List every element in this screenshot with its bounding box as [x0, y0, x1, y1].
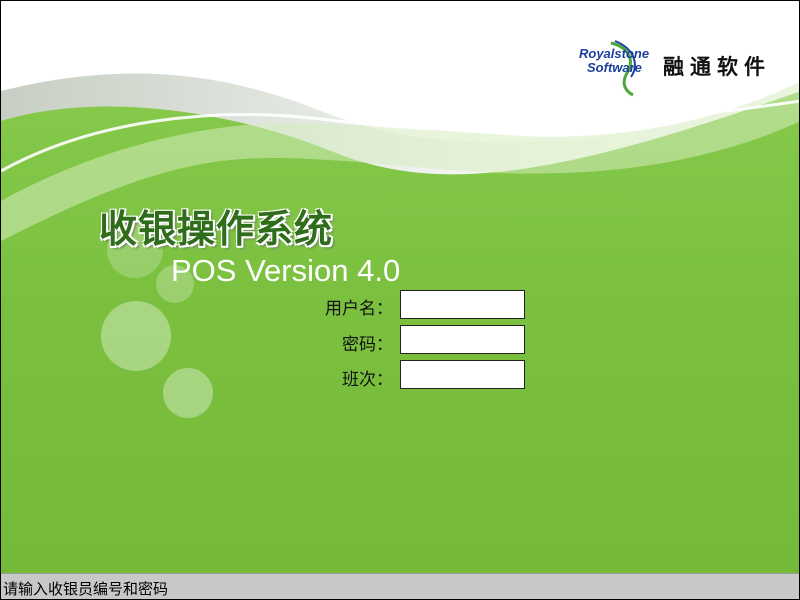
- login-window: Royalstone Software 融通软件 收银操作系统 POS Vers…: [0, 0, 800, 600]
- password-input[interactable]: [400, 325, 525, 354]
- app-title: 收银操作系统: [99, 207, 334, 251]
- brand-line-2: Software: [587, 60, 642, 75]
- app-version: POS Version 4.0: [171, 253, 401, 288]
- username-label: 用户名：: [325, 299, 393, 319]
- shift-input[interactable]: [400, 360, 525, 389]
- username-input[interactable]: [400, 290, 525, 319]
- shift-label: 班次：: [342, 370, 393, 390]
- brand-chinese: 融通软件: [663, 54, 771, 79]
- company-logo: Royalstone Software 融通软件: [575, 37, 775, 97]
- decor-circle: [101, 301, 171, 371]
- status-bar: 请输入收银员编号和密码: [1, 573, 799, 599]
- password-label: 密码：: [342, 335, 393, 355]
- status-message: 请输入收银员编号和密码: [3, 580, 169, 598]
- decor-circle: [163, 368, 213, 418]
- brand-english: Royalstone Software: [579, 47, 649, 75]
- brand-line-1: Royalstone: [579, 46, 650, 61]
